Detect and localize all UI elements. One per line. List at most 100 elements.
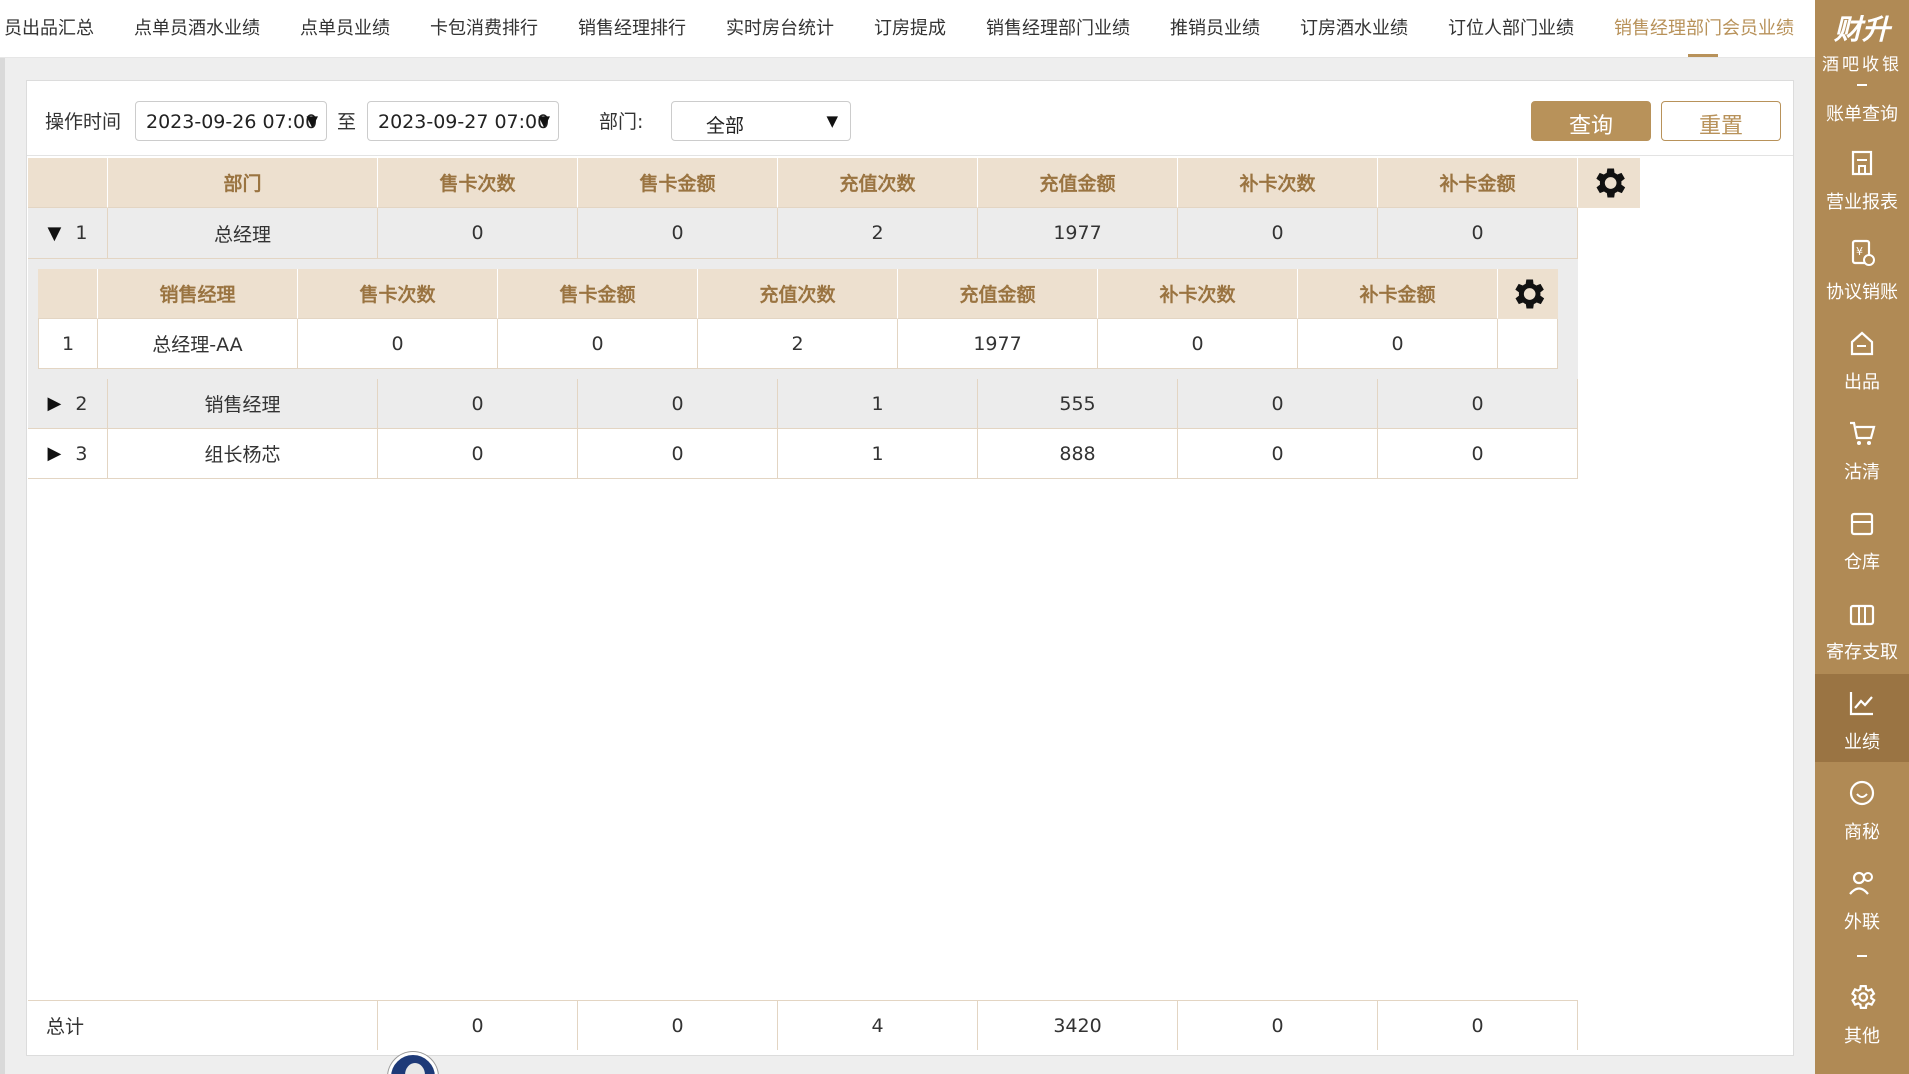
value-cell: 0 bbox=[498, 319, 698, 369]
value-cell: 0 bbox=[578, 379, 778, 429]
expanded-triangle-icon[interactable]: ▼ bbox=[48, 223, 62, 244]
reset-button[interactable]: 重置 bbox=[1661, 101, 1781, 141]
secretary-icon bbox=[1849, 780, 1875, 806]
header-cell: 充值次数 bbox=[778, 158, 978, 208]
sub-column-settings-gear-icon[interactable] bbox=[1498, 269, 1558, 319]
dept-cell: 总经理 bbox=[108, 208, 378, 259]
value-cell: 0 bbox=[378, 379, 578, 429]
table-row[interactable]: ▼ 1 总经理 0 0 2 1977 0 0 bbox=[28, 208, 1578, 259]
building-icon bbox=[1851, 150, 1873, 176]
sub-header-cell: 售卡次数 bbox=[298, 269, 498, 319]
table-row[interactable]: ▶ 2 销售经理 0 0 1 555 0 0 bbox=[28, 379, 1578, 429]
sidebar-item-label: 仓库 bbox=[1844, 552, 1880, 573]
value-cell: 2 bbox=[778, 208, 978, 259]
sidebar-item-storage[interactable]: 寄存支取 bbox=[1815, 592, 1909, 680]
end-time-picker[interactable]: 2023-09-27 07:00 ▼ bbox=[367, 101, 559, 141]
value-cell: 0 bbox=[378, 429, 578, 479]
value-cell: 0 bbox=[1298, 319, 1498, 369]
tab-7[interactable]: 销售经理部门业绩 bbox=[986, 14, 1130, 40]
total-value: 0 bbox=[1178, 1001, 1378, 1050]
collapsed-triangle-icon[interactable]: ▶ bbox=[48, 393, 62, 414]
value-cell: 0 bbox=[1378, 379, 1578, 429]
sidebar-item-performance-active[interactable]: 业绩 bbox=[1815, 674, 1909, 762]
sidebar-item-label: 账单查询 bbox=[1826, 104, 1898, 125]
start-time-picker[interactable]: 2023-09-26 07:00 ▼ bbox=[135, 101, 327, 141]
filter-divider bbox=[27, 155, 1793, 156]
dept-select[interactable]: 全部 ▼ bbox=[671, 101, 851, 141]
column-settings-gear-icon[interactable] bbox=[1578, 158, 1640, 208]
active-tab-indicator bbox=[1688, 54, 1718, 57]
tab-4[interactable]: 销售经理排行 bbox=[578, 14, 686, 40]
people-icon bbox=[1849, 871, 1873, 895]
collapsed-triangle-icon[interactable]: ▶ bbox=[48, 443, 62, 464]
tab-5[interactable]: 实时房台统计 bbox=[726, 14, 834, 40]
row-index: 3 bbox=[75, 442, 88, 465]
sub-header-cell: 补卡金额 bbox=[1298, 269, 1498, 319]
divider bbox=[1857, 955, 1867, 957]
tab-11-active[interactable]: 销售经理部门会员业绩 bbox=[1614, 14, 1794, 40]
table-row[interactable]: ▶ 3 组长杨芯 0 0 1 888 0 0 bbox=[28, 429, 1578, 479]
sidebar-item-agreement[interactable]: ¥ 协议销账 bbox=[1815, 232, 1909, 320]
dept-cell: 组长杨芯 bbox=[108, 429, 378, 479]
sidebar-item-output[interactable]: 出品 bbox=[1815, 322, 1909, 410]
box-icon bbox=[1850, 512, 1874, 536]
header-cell: 充值金额 bbox=[978, 158, 1178, 208]
tab-0[interactable]: 员出品汇总 bbox=[4, 14, 94, 40]
house-return-icon bbox=[1850, 331, 1874, 356]
tab-3[interactable]: 卡包消费排行 bbox=[430, 14, 538, 40]
sidebar-item-external[interactable]: 外联 bbox=[1815, 862, 1909, 950]
gear-icon bbox=[1851, 985, 1876, 1009]
expanded-subtable-area: 销售经理 售卡次数 售卡金额 充值次数 充值金额 补卡次数 补卡金额 1 总经理… bbox=[28, 259, 1578, 379]
value-cell: 888 bbox=[978, 429, 1178, 479]
tab-10[interactable]: 订位人部门业绩 bbox=[1448, 14, 1574, 40]
value-cell: 0 bbox=[1098, 319, 1298, 369]
brand-logo: 财升 bbox=[1833, 13, 1890, 46]
sidebar-item-soldout[interactable]: 沽清 bbox=[1815, 412, 1909, 500]
value-cell: 1977 bbox=[898, 319, 1098, 369]
header-cell: 售卡次数 bbox=[378, 158, 578, 208]
left-scroll-edge bbox=[0, 58, 5, 1074]
total-row: 总计 0 0 4 3420 0 0 bbox=[28, 1000, 1578, 1050]
tab-2[interactable]: 点单员业绩 bbox=[300, 14, 390, 40]
tab-9[interactable]: 订房酒水业绩 bbox=[1300, 14, 1408, 40]
tab-1[interactable]: 点单员酒水业绩 bbox=[134, 14, 260, 40]
sidebar-item-label: 业绩 bbox=[1844, 732, 1880, 753]
sidebar-item-label: 协议销账 bbox=[1826, 282, 1898, 303]
table-header: 部门 售卡次数 售卡金额 充值次数 充值金额 补卡次数 补卡金额 bbox=[28, 158, 1640, 208]
header-cell: 补卡金额 bbox=[1378, 158, 1578, 208]
value-cell: 0 bbox=[298, 319, 498, 369]
sub-header-cell: 充值次数 bbox=[698, 269, 898, 319]
cart-icon bbox=[1850, 421, 1876, 445]
subtable-row[interactable]: 1 总经理-AA 0 0 2 1977 0 0 bbox=[38, 319, 1558, 369]
dept-label: 部门: bbox=[599, 111, 644, 133]
value-cell: 1 bbox=[778, 429, 978, 479]
manager-name-cell: 总经理-AA bbox=[98, 319, 298, 369]
sidebar-item-report[interactable]: 营业报表 bbox=[1815, 142, 1909, 230]
total-value: 4 bbox=[778, 1001, 978, 1050]
header-cell: 部门 bbox=[108, 158, 378, 208]
query-button[interactable]: 查询 bbox=[1531, 101, 1651, 141]
tab-8[interactable]: 推销员业绩 bbox=[1170, 14, 1260, 40]
tab-6[interactable]: 订房提成 bbox=[874, 14, 946, 40]
sidebar-item-other[interactable]: 其他 bbox=[1815, 976, 1909, 1064]
value-cell: 1 bbox=[778, 379, 978, 429]
end-time-value: 2023-09-27 07:00 bbox=[378, 111, 550, 133]
sidebar-item-warehouse[interactable]: 仓库 bbox=[1815, 502, 1909, 590]
header-cell: 补卡次数 bbox=[1178, 158, 1378, 208]
value-cell: 1977 bbox=[978, 208, 1178, 259]
sub-header-index bbox=[38, 269, 98, 319]
yen-doc-icon: ¥ bbox=[1851, 239, 1875, 266]
value-cell: 0 bbox=[1378, 208, 1578, 259]
sidebar-item-secretary[interactable]: 商秘 bbox=[1815, 772, 1909, 860]
main-content: 操作时间 2023-09-26 07:00 ▼ 至 2023-09-27 07:… bbox=[0, 58, 1815, 1074]
sidebar-item-label: 外联 bbox=[1844, 912, 1880, 933]
caret-down-icon: ▼ bbox=[826, 112, 838, 130]
value-cell: 0 bbox=[578, 429, 778, 479]
locker-icon bbox=[1849, 604, 1875, 626]
row-index-cell: ▼ 1 bbox=[28, 208, 108, 259]
caret-down-icon: ▼ bbox=[306, 112, 318, 130]
row-index-cell: ▶ 2 bbox=[28, 379, 108, 429]
sidebar-item-label: 商秘 bbox=[1844, 822, 1880, 843]
sidebar-item-label: 寄存支取 bbox=[1826, 642, 1898, 663]
chart-icon bbox=[1849, 692, 1873, 716]
